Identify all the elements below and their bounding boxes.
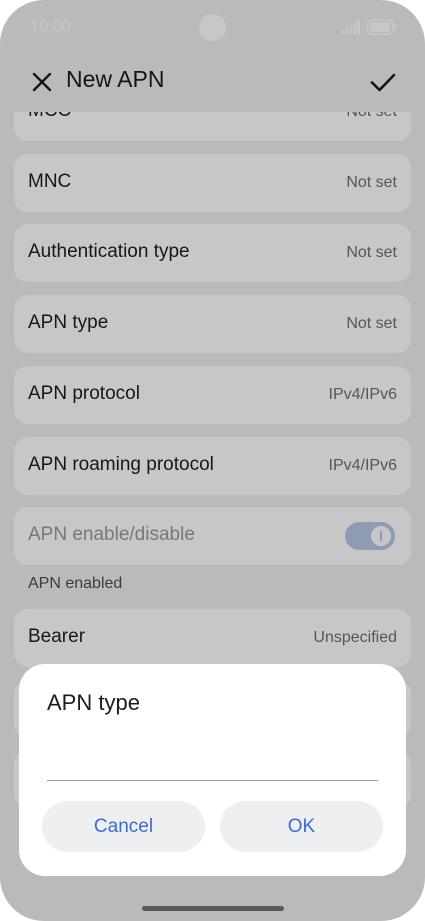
home-indicator[interactable]	[142, 906, 284, 911]
phone-screen: 10:00 New APN MCC Not set MN	[0, 0, 425, 921]
ok-button[interactable]: OK	[220, 801, 383, 852]
cancel-button[interactable]: Cancel	[42, 801, 205, 852]
apn-type-dialog: APN type Cancel OK	[19, 664, 406, 876]
apn-type-input[interactable]	[47, 742, 378, 781]
dialog-title: APN type	[47, 690, 140, 715]
